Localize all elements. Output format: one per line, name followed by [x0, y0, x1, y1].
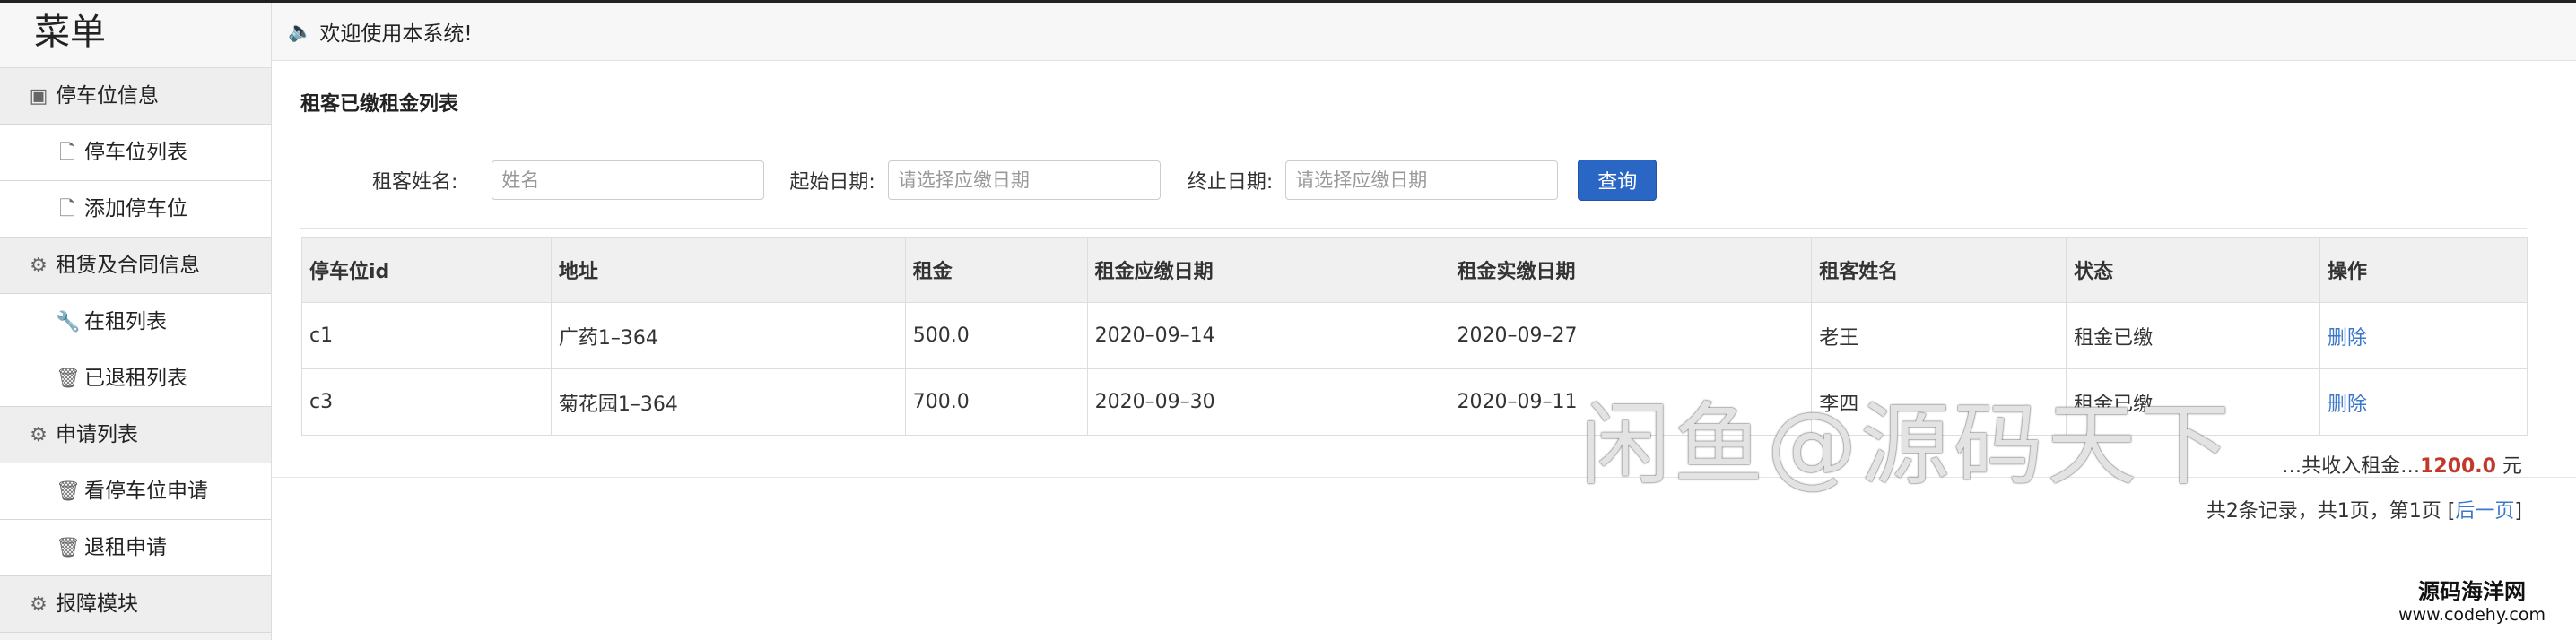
sidebar-group-9[interactable]: ⚙ 报障模块	[0, 576, 271, 633]
table-cell: 2020–09–27	[1449, 302, 1813, 369]
table-cell: 删除	[2319, 302, 2528, 369]
sidebar-item-label: 租赁及合同信息	[56, 253, 200, 277]
brand-logo: 源码海洋网 www.codehy.com	[2398, 574, 2546, 625]
start-date-label: 起始日期:	[789, 171, 875, 194]
brand-name: 源码海洋网	[2418, 579, 2527, 604]
main-content: 租客已缴租金列表 租客姓名: 起始日期: 终止日期: 查询 停车位id地址租金租…	[272, 61, 2576, 640]
brand-url: www.codehy.com	[2398, 605, 2546, 625]
welcome-text: 欢迎使用本系统!	[319, 22, 473, 46]
table-cell: 2020–09–14	[1086, 302, 1450, 369]
table-cell: 广药1–364	[550, 302, 906, 369]
sidebar-item-label: 申请列表	[56, 422, 138, 446]
sidebar-item-label: 在租列表	[84, 309, 167, 333]
sidebar-group-3[interactable]: ⚙ 租赁及合同信息	[0, 238, 271, 294]
trash-icon: 🗑	[56, 367, 81, 390]
divider	[300, 228, 2527, 229]
sidebar-item-2[interactable]: 🗋 添加停车位	[0, 181, 271, 238]
watermark: 闲鱼@源码天下	[1580, 393, 2233, 497]
table-cell: 700.0	[904, 368, 1088, 436]
panel-icon: ▣	[29, 84, 48, 108]
table-cell: c1	[301, 302, 552, 369]
tenant-name-input[interactable]	[492, 160, 765, 200]
column-header: 地址	[550, 237, 906, 303]
start-date-input[interactable]	[887, 160, 1161, 200]
delete-link[interactable]: 删除	[2328, 327, 2367, 350]
sidebar-item-label: 看停车位申请	[84, 479, 208, 503]
table-cell: 老王	[1811, 302, 2067, 369]
sidebar-group-0[interactable]: ▣ 停车位信息	[0, 68, 271, 125]
column-header: 租金	[904, 237, 1088, 303]
sidebar-item-label: 停车位信息	[56, 83, 159, 108]
table-cell: c3	[301, 368, 552, 436]
wrench-icon: 🔧	[56, 310, 81, 333]
gear-icon: ⚙	[30, 592, 48, 616]
sidebar-item-label: 退租申请	[84, 535, 167, 559]
sidebar-group-6[interactable]: ⚙ 申请列表	[0, 407, 271, 463]
search-form: 租客姓名: 起始日期: 终止日期: 查询	[300, 160, 1658, 201]
delete-link[interactable]: 删除	[2328, 394, 2367, 416]
sidebar-item-4[interactable]: 🔧 在租列表	[0, 294, 271, 350]
gear-icon: ⚙	[30, 423, 48, 446]
end-date-label: 终止日期:	[1187, 171, 1274, 194]
menu-title: 菜单	[0, 3, 271, 68]
column-header: 租金应缴日期	[1086, 237, 1450, 303]
rent-summary: …共收入租金…1200.0 元	[2282, 450, 2522, 479]
table-cell: 2020–09–30	[1086, 368, 1450, 436]
query-button[interactable]: 查询	[1578, 160, 1658, 201]
summary-unit: 元	[2502, 455, 2522, 478]
speaker-icon: 🔈	[288, 20, 313, 43]
column-header: 租金实缴日期	[1449, 237, 1813, 303]
column-header: 租客姓名	[1811, 237, 2067, 303]
table-cell: 500.0	[904, 302, 1088, 369]
pagination: 共2条记录，共1页，第1页 [后一页]	[2206, 500, 2522, 523]
file-icon: 🗋	[59, 141, 75, 164]
sidebar-item-5[interactable]: 🗑 已退租列表	[0, 350, 271, 407]
next-page-link[interactable]: 后一页	[2455, 500, 2514, 523]
table-cell: 菊花园1–364	[550, 368, 906, 436]
pagination-info: 共2条记录，共1页，第1页	[2206, 500, 2441, 523]
column-header: 停车位id	[301, 237, 552, 303]
trash-icon: 🗑	[56, 480, 81, 503]
column-header: 操作	[2319, 237, 2528, 303]
sidebar: 菜单 ▣ 停车位信息 🗋 停车位列表 🗋 添加停车位 ⚙ 租赁及合同信息 🔧 在租列表 🗑 已退租列表…	[0, 3, 272, 640]
gear-icon: ⚙	[30, 254, 48, 277]
sidebar-item-1[interactable]: 🗋 停车位列表	[0, 125, 271, 181]
trash-icon: 🗑	[56, 536, 81, 559]
table-row: c1 广药1–364 500.0 2020–09–14 2020–09–27 老王 租金已缴…	[301, 302, 2528, 369]
summary-amount: 1200.0	[2420, 455, 2496, 478]
table-cell: 删除	[2319, 368, 2528, 436]
sidebar-item-8[interactable]: 🗑 退租申请	[0, 520, 271, 576]
page-title: 租客已缴租金列表	[300, 93, 459, 116]
welcome-bar: 🔈 欢迎使用本系统!	[272, 3, 2576, 61]
table-cell: 租金已缴	[2066, 302, 2321, 369]
end-date-input[interactable]	[1285, 160, 1559, 200]
summary-prefix: …共收入租金…	[2282, 455, 2421, 478]
sidebar-item-label: 停车位列表	[84, 140, 187, 164]
file-icon: 🗋	[59, 197, 75, 221]
sidebar-item-label: 添加停车位	[84, 196, 187, 221]
sidebar-item-7[interactable]: 🗑 看停车位申请	[0, 463, 271, 520]
column-header: 状态	[2066, 237, 2321, 303]
sidebar-item-label: 报障模块	[56, 592, 138, 616]
sidebar-item-label: 已退租列表	[84, 366, 187, 390]
tenant-name-label: 租客姓名:	[372, 171, 458, 194]
